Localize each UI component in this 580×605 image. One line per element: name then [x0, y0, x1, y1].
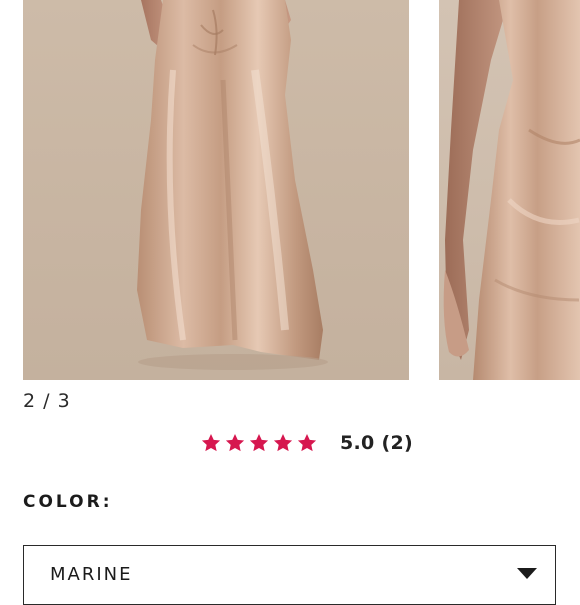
- product-image-carousel[interactable]: [0, 0, 580, 380]
- star-icon: [272, 432, 294, 454]
- product-rating[interactable]: 5.0 (2): [200, 430, 413, 456]
- color-select-dropdown[interactable]: MARINE: [23, 545, 556, 605]
- star-icon: [200, 432, 222, 454]
- dress-side-image: [443, 0, 580, 380]
- rating-stars: [200, 432, 318, 454]
- rating-score[interactable]: 5.0 (2): [340, 432, 413, 454]
- star-icon: [296, 432, 318, 454]
- product-image-back-view[interactable]: [23, 0, 409, 380]
- star-icon: [224, 432, 246, 454]
- color-select-value: MARINE: [50, 564, 133, 585]
- dress-back-image: [137, 0, 328, 370]
- color-label: COLOR:: [23, 492, 113, 512]
- chevron-down-icon: [517, 568, 537, 579]
- gallery-pager: 2 / 3: [23, 390, 71, 412]
- product-image-side-view[interactable]: [439, 0, 580, 380]
- star-icon: [248, 432, 270, 454]
